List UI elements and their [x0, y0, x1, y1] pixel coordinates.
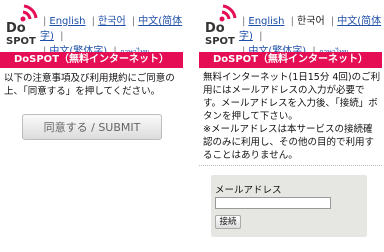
divider	[199, 165, 382, 166]
connect-button[interactable]: 接続	[215, 215, 241, 229]
page-title: DoSPOT（無料インターネット）	[0, 52, 183, 68]
instructions-paragraph: 無料インターネット(1日15分 4回)のご利用にはメールアドレスの入力が必要です…	[203, 72, 381, 122]
dospot-logo: Do SPOT	[6, 4, 38, 46]
panel-email: Do SPOT |English |한국어 |中文(简体字) | |中文(繁体字…	[199, 0, 382, 252]
consent-instructions: 以下の注意事項及び利用規約にご同意の上、「同意する」を押してください。	[4, 73, 175, 97]
email-field[interactable]	[215, 197, 331, 209]
panel-consent: Do SPOT |English |한국어 |中文(简体字) | |中文(繁体字…	[0, 0, 183, 252]
lang-korean[interactable]: 한국어	[297, 16, 325, 27]
lang-korean[interactable]: 한국어	[98, 16, 126, 27]
lang-english[interactable]: English	[248, 16, 284, 27]
page-title: DoSPOT（無料インターネット）	[199, 52, 382, 68]
email-label: メールアドレス	[215, 185, 282, 196]
email-instructions: 無料インターネット(1日15分 4回)のご利用にはメールアドレスの入力が必要です…	[203, 71, 381, 162]
svg-text:SPOT: SPOT	[6, 36, 36, 46]
lang-english[interactable]: English	[49, 16, 85, 27]
svg-text:Do: Do	[205, 21, 225, 36]
header: Do SPOT |English |한국어 |中文(简体字) | |中文(繁体字…	[199, 0, 382, 57]
header: Do SPOT |English |한국어 |中文(简体字) | |中文(繁体字…	[0, 0, 183, 57]
svg-text:SPOT: SPOT	[205, 36, 235, 46]
submit-button[interactable]: 同意する / SUBMIT	[22, 114, 162, 140]
privacy-note: ※メールアドレスは本サービスの接続確認のみに利用し、その他の目的で利用することは…	[203, 124, 375, 161]
email-form: メールアドレス 接続	[211, 175, 367, 237]
svg-text:Do: Do	[6, 21, 26, 36]
dospot-logo: Do SPOT	[205, 4, 237, 46]
